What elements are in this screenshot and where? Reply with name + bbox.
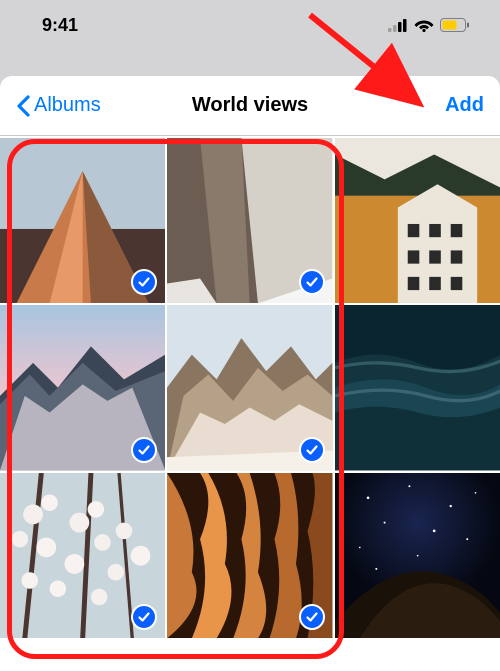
cellular-signal-icon <box>388 19 408 32</box>
selection-check-icon <box>299 604 325 630</box>
photo-thumbnail[interactable] <box>0 138 165 303</box>
nav-header: Albums World views Add <box>0 76 500 136</box>
photo-grid <box>0 138 500 638</box>
photo-thumbnail[interactable] <box>167 138 332 303</box>
photo-thumbnail[interactable] <box>335 473 500 638</box>
back-label: Albums <box>34 94 101 117</box>
photo-thumbnail[interactable] <box>167 305 332 470</box>
photo-thumbnail[interactable] <box>335 305 500 470</box>
back-button[interactable]: Albums <box>16 94 101 117</box>
photo-thumbnail[interactable] <box>335 138 500 303</box>
photo-thumbnail[interactable] <box>0 473 165 638</box>
status-icons <box>388 18 470 32</box>
wifi-icon <box>414 18 434 32</box>
photo-thumbnail[interactable] <box>0 305 165 470</box>
selection-check-icon <box>299 269 325 295</box>
battery-icon <box>440 18 470 32</box>
selection-check-icon <box>299 437 325 463</box>
status-bar: 9:41 <box>0 0 500 50</box>
add-button[interactable]: Add <box>445 94 484 117</box>
page-title: World views <box>192 94 308 117</box>
status-time: 9:41 <box>42 15 78 36</box>
selection-check-icon <box>131 437 157 463</box>
photo-thumbnail[interactable] <box>167 473 332 638</box>
chevron-left-icon <box>16 95 30 117</box>
album-modal: Albums World views Add <box>0 76 500 671</box>
